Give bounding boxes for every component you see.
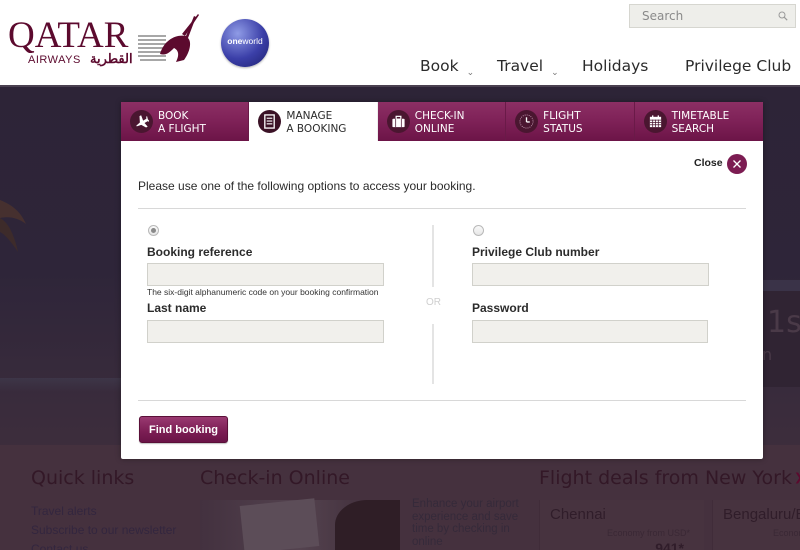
or-separator: OR	[426, 297, 441, 308]
tab-label: Timetable search	[671, 110, 730, 135]
search-box	[629, 4, 796, 28]
hero-banner-top	[762, 280, 800, 291]
sea-horizon	[0, 378, 130, 392]
booking-reference-label: Booking reference	[147, 245, 253, 259]
tab-manage-a-booking[interactable]: Manage a booking	[249, 102, 378, 141]
booking-reference-radio[interactable]	[148, 225, 159, 236]
tab-timetable-search[interactable]: Timetable search	[634, 102, 763, 141]
tab-label: Check-in online	[414, 110, 465, 135]
quick-link-contact[interactable]: Contact us	[31, 542, 88, 550]
tab-label: Book a flight	[158, 110, 206, 135]
airplane-icon	[130, 110, 153, 133]
main-nav: Book ⌄ Travel ⌄ Holidays Privilege Club⌄	[0, 57, 800, 81]
last-name-label: Last name	[147, 301, 207, 315]
tab-label: Flight status	[543, 110, 583, 135]
checkin-online-title: Check-in Online	[200, 467, 350, 489]
laptop-screen	[239, 498, 320, 550]
privilege-club-number-label: Privilege Club number	[472, 245, 600, 259]
tab-flight-status[interactable]: Flight status	[506, 102, 635, 141]
chevron-down-icon: ⌄	[551, 68, 559, 78]
tab-check-in-online[interactable]: Check-in online	[377, 102, 507, 141]
flight-deals-title-text: Flight deals from New York	[539, 467, 792, 489]
hero-banner-subtext: n	[762, 345, 773, 364]
nav-label: Holidays	[582, 57, 649, 75]
site-header: QATAR AIRWAYS القطرية oneworld Book⌄ T	[0, 0, 800, 85]
hero-top-border	[0, 85, 800, 87]
nav-label: Book	[420, 57, 459, 75]
or-divider-line	[432, 225, 434, 287]
clock-icon	[515, 110, 539, 133]
deal-city: Chennai	[550, 506, 606, 523]
close-label[interactable]: Close	[694, 157, 723, 169]
deal-subtitle: Econom	[773, 528, 800, 538]
password-input[interactable]	[472, 320, 708, 343]
palm-tree-image	[0, 200, 26, 252]
search-input[interactable]	[630, 5, 770, 27]
privilege-club-radio[interactable]	[473, 225, 484, 236]
checkin-promo-text: Enhance your airport experience and save…	[412, 498, 519, 548]
privilege-club-number-input[interactable]	[472, 263, 709, 286]
last-name-input[interactable]	[147, 320, 384, 343]
nav-item-holidays[interactable]: Holidays	[582, 57, 648, 75]
hero-banner-headline: 1s	[767, 305, 800, 340]
tab-book-a-flight[interactable]: Book a flight	[121, 102, 250, 141]
find-booking-button[interactable]: Find booking	[139, 416, 228, 443]
or-divider-line	[432, 324, 434, 384]
person-image	[335, 500, 400, 550]
deal-card[interactable]: Bengaluru/B Econom	[712, 500, 800, 550]
chevron-down-icon: ⌄	[466, 68, 475, 78]
close-icon	[733, 160, 741, 168]
nav-label: Privilege Club	[685, 57, 792, 75]
quick-link-newsletter[interactable]: Subscribe to our newsletter	[31, 523, 176, 537]
flight-deals-title[interactable]: Flight deals from New York❯	[539, 467, 800, 489]
booking-reference-input[interactable]	[147, 263, 384, 286]
deal-price: 941*	[655, 540, 684, 550]
deal-city: Bengaluru/B	[723, 506, 800, 523]
password-label: Password	[472, 301, 529, 315]
booking-reference-hint: The six-digit alphanumeric code on your …	[147, 287, 379, 297]
nav-item-privilege-club[interactable]: Privilege Club⌄	[685, 57, 800, 78]
nav-item-book[interactable]: Book ⌄	[420, 57, 474, 78]
checkin-promo-image	[200, 498, 400, 550]
briefcase-icon	[386, 110, 410, 133]
calendar-icon	[643, 110, 667, 133]
search-icon[interactable]	[778, 11, 788, 21]
manage-booking-dialog: Book a flight Manage a booking Check-in onl…	[121, 102, 763, 459]
tab-label: Manage a booking	[286, 110, 347, 135]
deal-subtitle: Economy from USD*	[606, 528, 690, 538]
quick-link-travel-alerts[interactable]: Travel alerts	[31, 504, 97, 518]
divider	[138, 208, 746, 209]
nav-item-travel[interactable]: Travel ⌄	[497, 57, 559, 78]
oneworld-rest: world	[242, 36, 263, 46]
oneworld-bold: one	[227, 36, 243, 46]
booking-list-icon	[258, 110, 282, 133]
quick-links-title: Quick links	[31, 467, 135, 489]
divider	[138, 400, 746, 401]
instructions-text: Please use one of the following options …	[138, 179, 476, 193]
booking-tabs: Book a flight Manage a booking Check-in onl…	[121, 102, 763, 141]
close-button[interactable]	[727, 154, 747, 174]
chevron-down-icon: ❯	[794, 471, 800, 484]
nav-label: Travel	[497, 57, 544, 75]
deal-card[interactable]: Chennai Economy from USD* 941*	[539, 500, 704, 550]
